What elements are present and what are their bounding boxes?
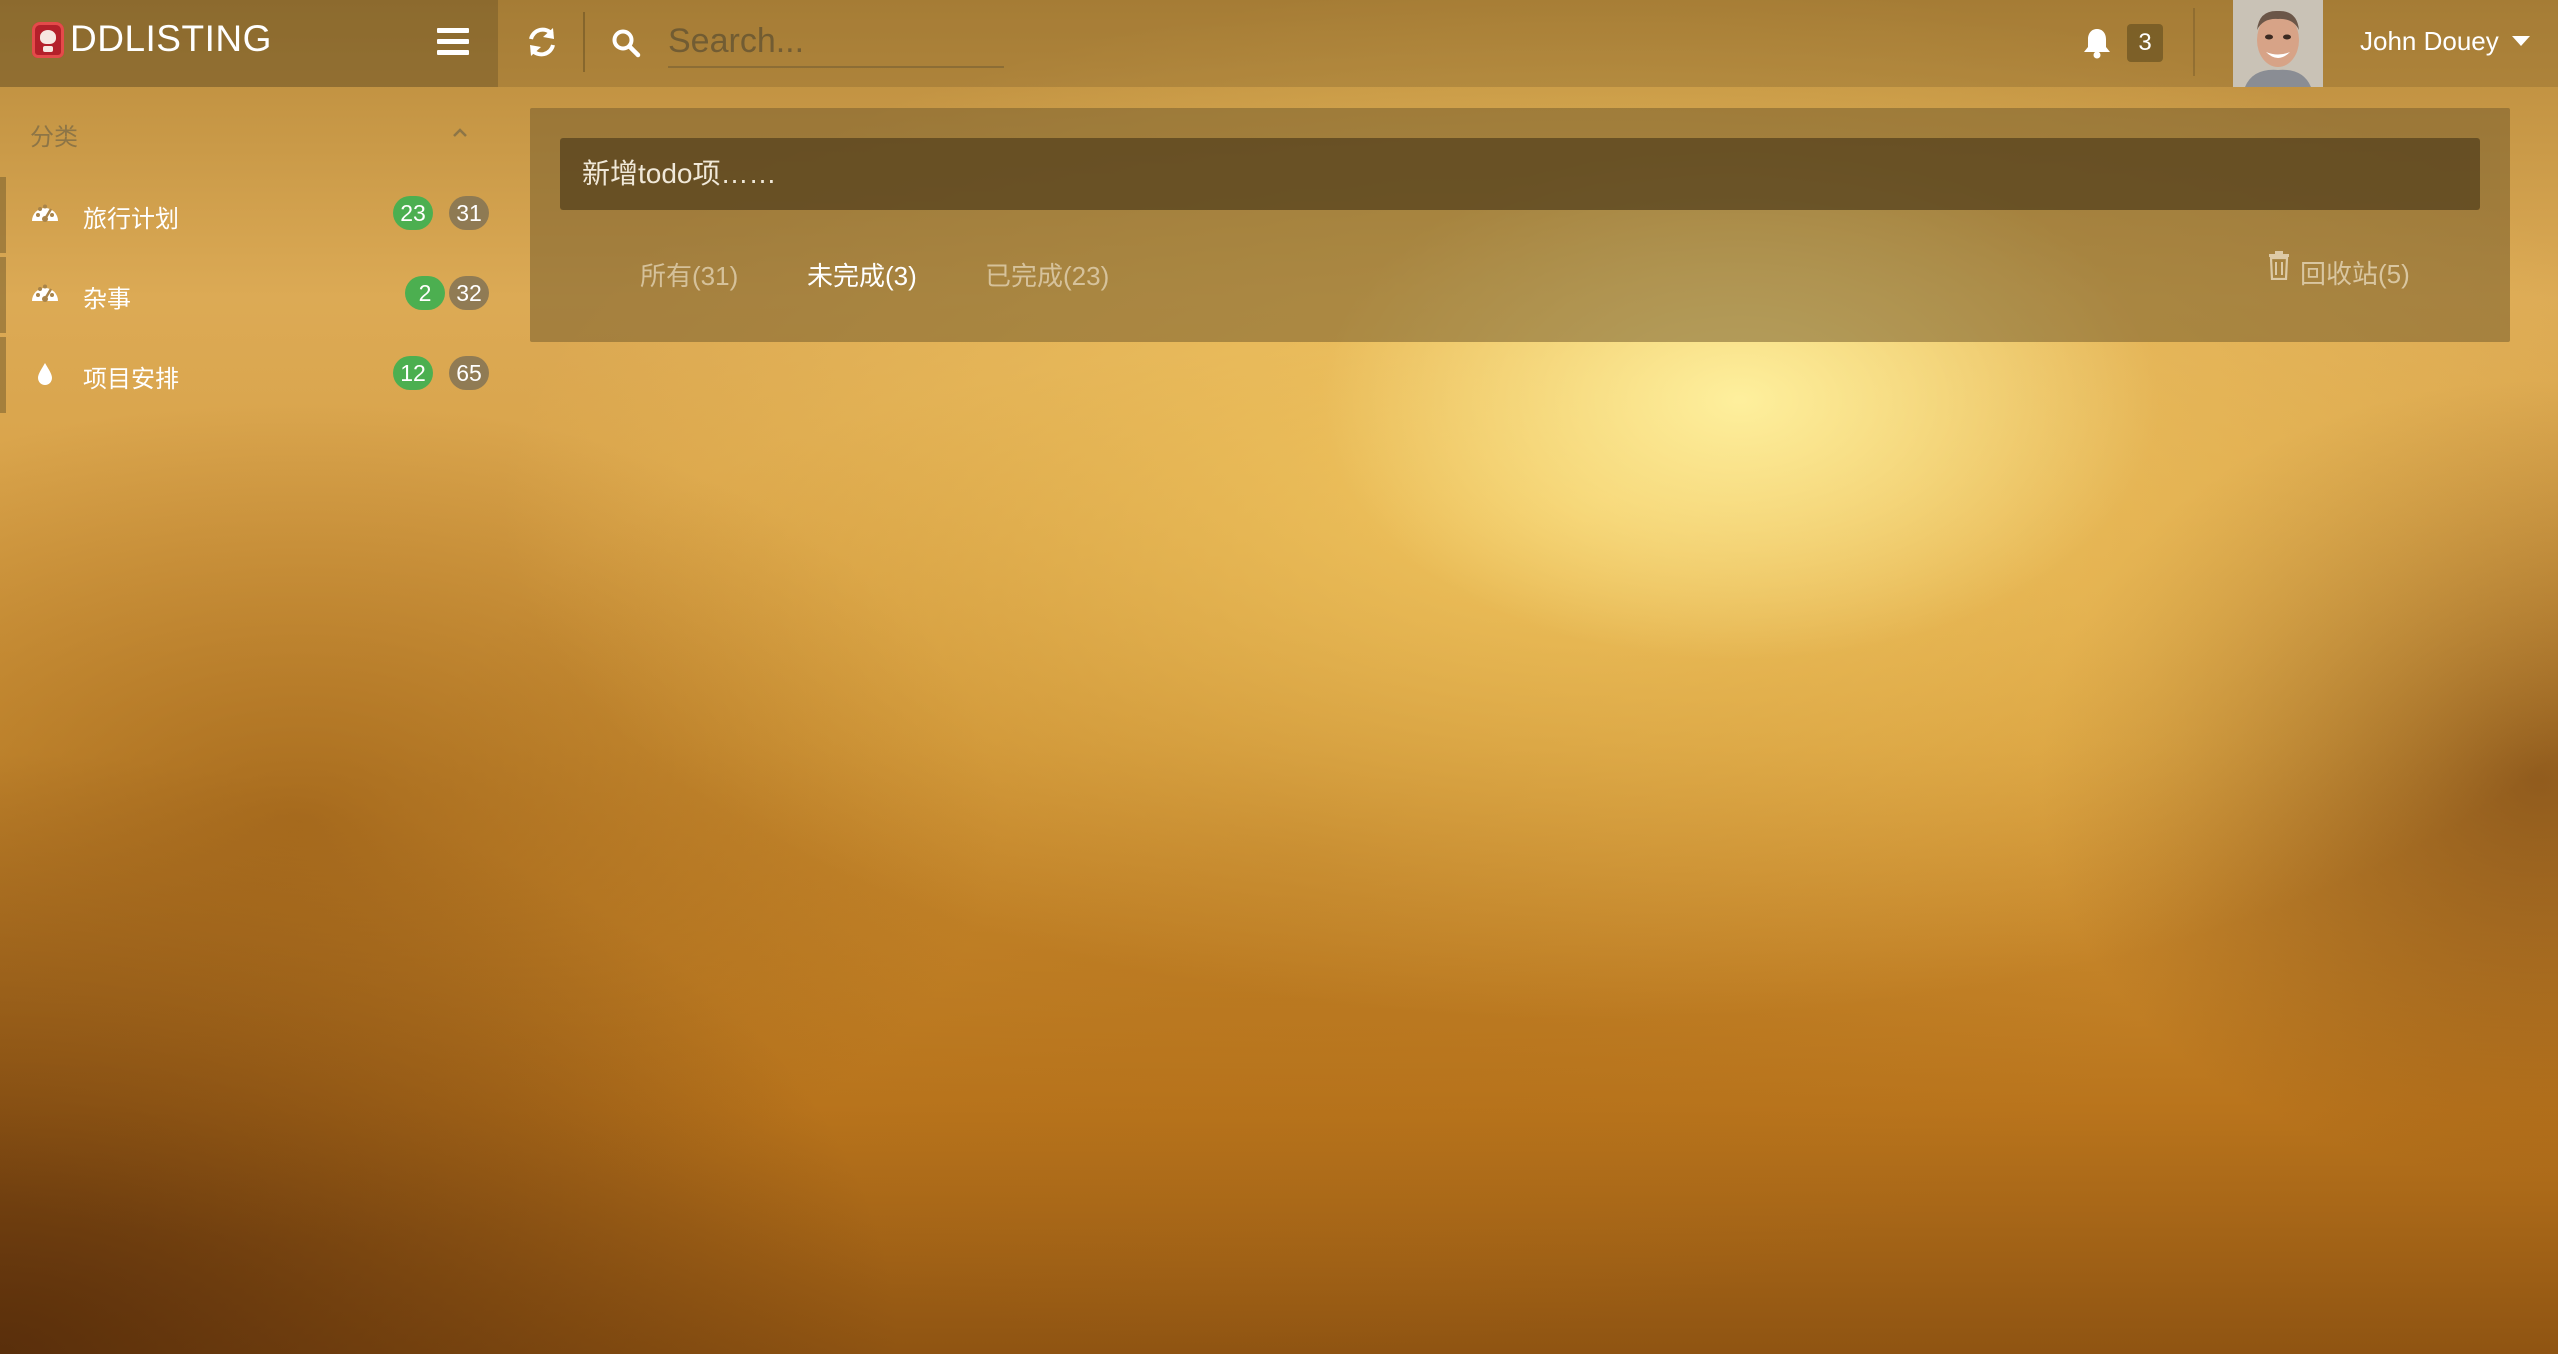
user-menu-name[interactable]: John Douey <box>2360 26 2499 57</box>
sidebar-item-indicator <box>0 337 6 413</box>
tab-completed[interactable]: 已完成(23) <box>985 256 1109 293</box>
dashboard-icon <box>32 204 58 222</box>
logo-icon <box>32 22 64 58</box>
chevron-up-icon[interactable] <box>452 125 468 141</box>
done-count-badge: 2 <box>405 276 445 310</box>
top-bar: DDLISTING 3 John Douey <box>0 0 2558 87</box>
sidebar-item-indicator <box>0 177 6 253</box>
dashboard-icon <box>32 284 58 302</box>
sidebar-item-indicator <box>0 257 6 333</box>
hamburger-line <box>437 50 469 55</box>
sidebar-item-label: 杂事 <box>83 286 131 313</box>
total-count-badge: 31 <box>449 196 489 230</box>
toolbar-divider <box>583 12 585 72</box>
notification-count-badge[interactable]: 3 <box>2127 24 2163 62</box>
sidebar-heading: 分类 <box>30 124 78 151</box>
bell-icon[interactable] <box>2082 27 2112 59</box>
tab-all[interactable]: 所有(31) <box>640 256 738 293</box>
total-count-badge: 65 <box>449 356 489 390</box>
sidebar: 分类 旅行计划 23 31 杂事 2 32 项目安排 12 65 <box>0 87 498 1354</box>
refresh-icon[interactable] <box>526 26 558 58</box>
avatar-portrait-icon <box>2233 0 2323 87</box>
brand-area: DDLISTING <box>0 0 498 87</box>
sidebar-item-label: 项目安排 <box>83 366 179 393</box>
tint-icon <box>38 363 52 385</box>
header-divider <box>2193 8 2195 76</box>
sidebar-item-label: 旅行计划 <box>83 206 179 233</box>
hamburger-line <box>437 39 469 44</box>
search-icon <box>612 29 641 58</box>
trash-icon[interactable] <box>2268 250 2290 280</box>
new-todo-input[interactable] <box>560 138 2480 210</box>
done-count-badge: 23 <box>393 196 433 230</box>
chevron-down-icon[interactable] <box>2512 36 2530 46</box>
avatar[interactable] <box>2233 0 2323 87</box>
brand-name: DDLISTING <box>70 18 272 59</box>
tab-incomplete[interactable]: 未完成(3) <box>807 256 917 293</box>
todo-panel: 所有(31) 未完成(3) 已完成(23) 回收站(5) <box>530 108 2510 342</box>
sidebar-item-project-schedule[interactable]: 项目安排 12 65 <box>0 337 498 413</box>
sidebar-item-chores[interactable]: 杂事 2 32 <box>0 257 498 333</box>
done-count-badge: 12 <box>393 356 433 390</box>
sidebar-item-travel-plan[interactable]: 旅行计划 23 31 <box>0 177 498 253</box>
search-input[interactable] <box>668 16 1004 68</box>
recycle-bin-link[interactable]: 回收站(5) <box>2300 254 2410 291</box>
hamburger-line <box>437 28 469 33</box>
menu-toggle-button[interactable] <box>437 28 469 56</box>
total-count-badge: 32 <box>449 276 489 310</box>
